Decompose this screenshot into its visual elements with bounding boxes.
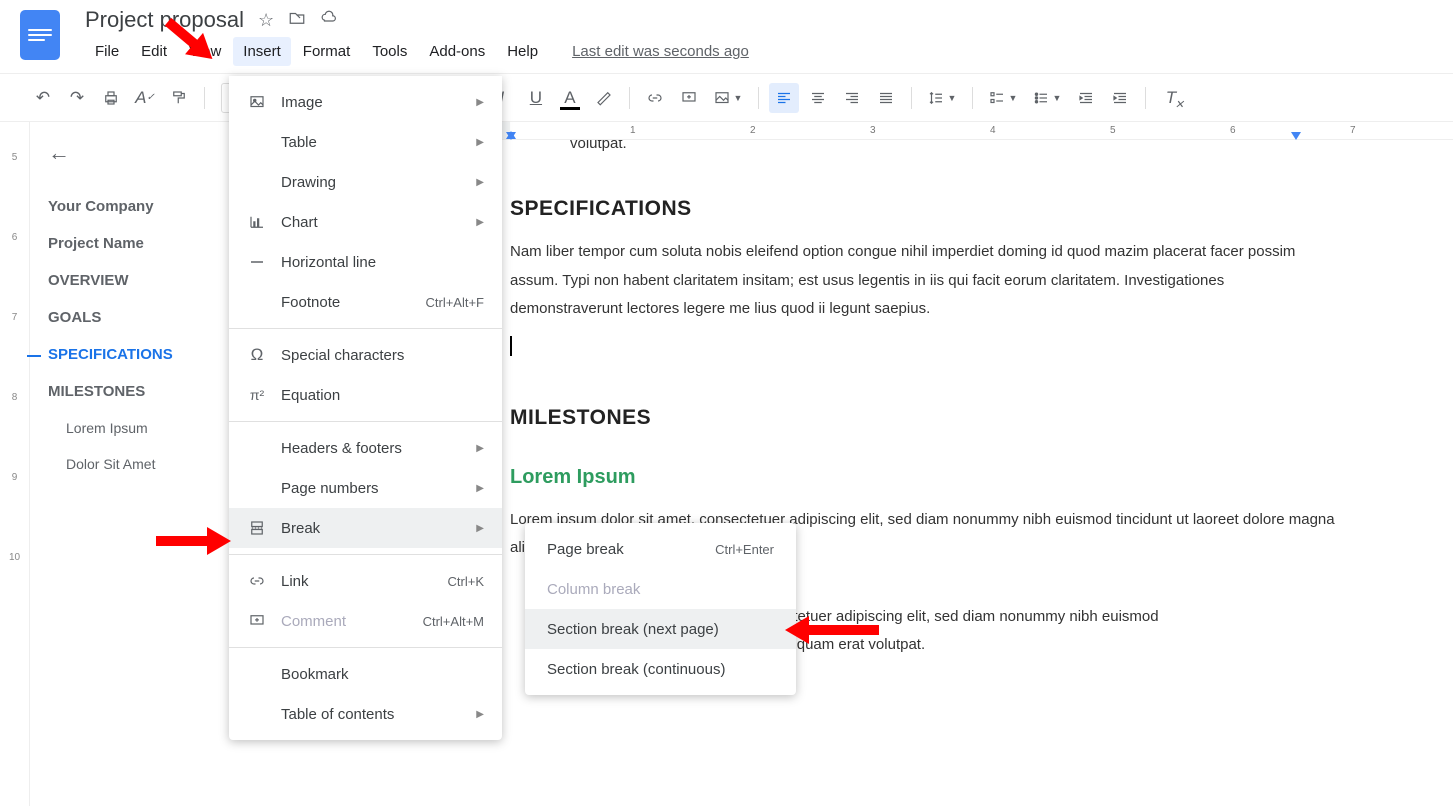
outline-back-button[interactable]: ← (48, 140, 222, 166)
break-icon (247, 519, 267, 537)
insert-menu-comment: CommentCtrl+Alt+M (229, 601, 502, 641)
menu-help[interactable]: Help (497, 37, 548, 66)
insert-menu-chart[interactable]: Chart▶ (229, 202, 502, 242)
break-submenu-column-break: Column break (525, 569, 796, 609)
submenu-arrow-icon: ▶ (476, 709, 484, 720)
vertical-ruler: 5678910 (0, 122, 30, 806)
insert-menu-horizontal-line[interactable]: Horizontal line (229, 242, 502, 282)
submenu-arrow-icon: ▶ (476, 137, 484, 148)
outline-item[interactable]: OVERVIEW (48, 262, 222, 299)
insert-menu-table[interactable]: Table▶ (229, 122, 502, 162)
checklist-button[interactable]: ▼ (983, 83, 1023, 113)
omega-icon: Ω (247, 345, 267, 365)
insert-menu-drawing[interactable]: Drawing▶ (229, 162, 502, 202)
menu-edit[interactable]: Edit (131, 37, 177, 66)
submenu-arrow-icon: ▶ (476, 483, 484, 494)
body-text: Nam liber tempor cum soluta nobis eleife… (510, 238, 1340, 324)
docs-logo-icon[interactable] (20, 10, 60, 60)
insert-menu-headers-footers[interactable]: Headers & footers▶ (229, 428, 502, 468)
submenu-arrow-icon: ▶ (476, 217, 484, 228)
outline-item[interactable]: Your Company (48, 188, 222, 225)
align-left-button[interactable] (769, 83, 799, 113)
cloud-status-icon[interactable] (320, 9, 338, 32)
add-comment-button[interactable] (674, 83, 704, 113)
header: Project proposal ☆ FileEditViewInsertFor… (0, 0, 1453, 74)
submenu-arrow-icon: ▶ (476, 443, 484, 454)
document-title[interactable]: Project proposal (85, 7, 244, 33)
underline-button[interactable]: U (521, 83, 551, 113)
menu-file[interactable]: File (85, 37, 129, 66)
insert-link-button[interactable] (640, 83, 670, 113)
menu-format[interactable]: Format (293, 37, 361, 66)
submenu-arrow-icon: ▶ (476, 97, 484, 108)
last-edit-link[interactable]: Last edit was seconds ago (572, 43, 749, 60)
break-submenu: Page breakCtrl+EnterColumn breakSection … (525, 523, 796, 695)
insert-menu-dropdown: Image▶Table▶Drawing▶Chart▶Horizontal lin… (229, 76, 502, 740)
menu-insert[interactable]: Insert (233, 37, 291, 66)
chart-icon (247, 213, 267, 231)
heading-specifications: SPECIFICATIONS (510, 189, 1340, 229)
align-justify-button[interactable] (871, 83, 901, 113)
image-icon (247, 93, 267, 111)
text-cursor (510, 336, 1340, 358)
outline-item[interactable]: Lorem Ipsum (48, 410, 222, 446)
menu-tools[interactable]: Tools (362, 37, 417, 66)
insert-menu-page-numbers[interactable]: Page numbers▶ (229, 468, 502, 508)
submenu-arrow-icon: ▶ (476, 177, 484, 188)
insert-menu-bookmark[interactable]: Bookmark (229, 654, 502, 694)
outline-item[interactable]: MILESTONES (48, 373, 222, 410)
print-button[interactable] (96, 83, 126, 113)
redo-button[interactable]: ↷ (62, 83, 92, 113)
highlight-color-button[interactable] (589, 83, 619, 113)
comment-icon (247, 612, 267, 630)
insert-menu-table-of-contents[interactable]: Table of contents▶ (229, 694, 502, 734)
outline-item[interactable]: Project Name (48, 225, 222, 262)
insert-image-button[interactable]: ▼ (708, 83, 748, 113)
move-icon[interactable] (288, 9, 306, 32)
insert-menu-link[interactable]: LinkCtrl+K (229, 561, 502, 601)
insert-menu-special-characters[interactable]: ΩSpecial characters (229, 335, 502, 375)
spellcheck-button[interactable]: A✓ (130, 83, 160, 113)
hline-icon (247, 253, 267, 271)
menu-add-ons[interactable]: Add-ons (419, 37, 495, 66)
align-center-button[interactable] (803, 83, 833, 113)
bulleted-list-button[interactable]: ▼ (1027, 83, 1067, 113)
document-outline: ← Your CompanyProject NameOVERVIEWGOALSS… (30, 122, 230, 806)
insert-menu-image[interactable]: Image▶ (229, 82, 502, 122)
text-color-button[interactable]: A (555, 83, 585, 113)
pi-icon: π² (247, 387, 267, 403)
decrease-indent-button[interactable] (1071, 83, 1101, 113)
align-right-button[interactable] (837, 83, 867, 113)
link-icon (247, 572, 267, 590)
toolbar: ↶ ↷ A✓ Proxima N... ▼ − 11 + B I U A ▼ ▼… (0, 74, 1453, 122)
line-spacing-button[interactable]: ▼ (922, 83, 962, 113)
break-submenu-section-break-continuous-[interactable]: Section break (continuous) (525, 649, 796, 689)
break-submenu-page-break[interactable]: Page breakCtrl+Enter (525, 529, 796, 569)
paint-format-button[interactable] (164, 83, 194, 113)
increase-indent-button[interactable] (1105, 83, 1135, 113)
insert-menu-break[interactable]: Break▶ (229, 508, 502, 548)
clear-formatting-button[interactable]: T✕ (1156, 83, 1186, 113)
subheading-lorem: Lorem Ipsum (510, 458, 1340, 496)
outline-item[interactable]: GOALS (48, 299, 222, 336)
body-text: volutpat. (510, 140, 1340, 159)
undo-button[interactable]: ↶ (28, 83, 58, 113)
break-submenu-section-break-next-page-[interactable]: Section break (next page) (525, 609, 796, 649)
insert-menu-equation[interactable]: π²Equation (229, 375, 502, 415)
outline-item[interactable]: SPECIFICATIONS (48, 336, 222, 373)
heading-milestones: MILESTONES (510, 398, 1340, 438)
star-icon[interactable]: ☆ (258, 10, 274, 31)
submenu-arrow-icon: ▶ (476, 523, 484, 534)
insert-menu-footnote[interactable]: FootnoteCtrl+Alt+F (229, 282, 502, 322)
outline-item[interactable]: Dolor Sit Amet (48, 446, 222, 482)
